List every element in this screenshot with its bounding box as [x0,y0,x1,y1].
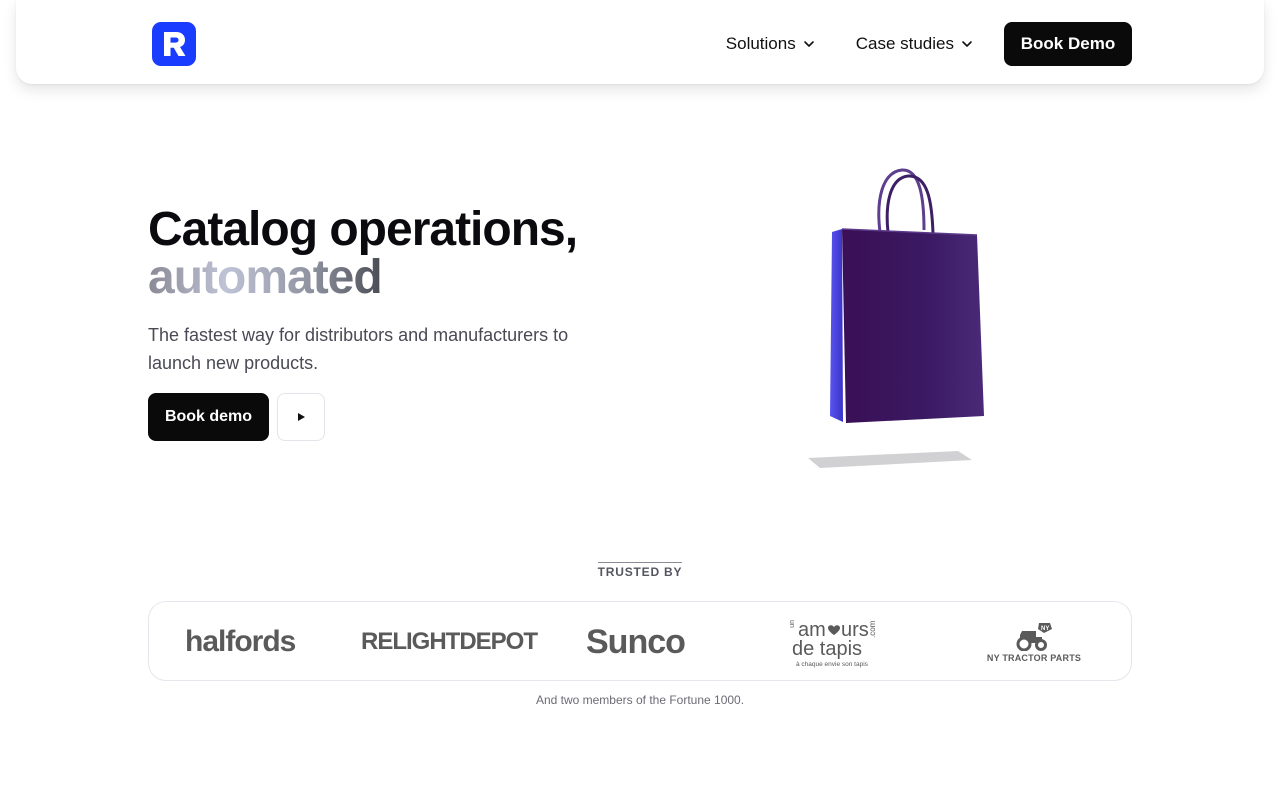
hero-title-line1: Catalog operations, [148,203,578,256]
hero-subtitle: The fastest way for distributors and man… [148,325,569,373]
nav-solutions[interactable]: Solutions [726,34,816,54]
hero-title-line2: automated [148,254,577,302]
logo-r-icon [164,32,186,56]
hero-title: Catalog operations, automated [148,203,578,302]
svg-text:à chaque envie son tapis: à chaque envie son tapis [796,661,869,668]
tractor-icon: NY [1016,623,1052,651]
chevron-down-icon [803,41,814,47]
svg-text:de tapis: de tapis [792,638,862,660]
svg-text:NY: NY [1041,626,1049,632]
trusted-by-label: TRUSTED BY [0,562,1280,579]
svg-text:un: un [788,620,795,628]
nav-case-studies-label: Case studies [855,34,954,53]
ny-tractor-parts-text: NY TRACTOR PARTS [986,653,1082,663]
logo[interactable] [152,22,196,66]
book-demo-hero-button[interactable]: Book demo [148,393,269,441]
main-nav: Solutions Case studies Book Demo [726,22,1132,66]
play-video-button[interactable] [277,393,325,441]
logo-un-amour-de-tapis: un am urs de tapis .com à chaque envie s… [779,602,889,682]
logo-relightdepot: RELIGHTDEPOT [361,628,538,655]
shopping-bag-illustration [808,168,984,468]
nav-solutions-label: Solutions [725,34,796,53]
logo-sunco: Sunco [586,622,686,661]
svg-text:.com: .com [868,620,877,638]
logo-ny-tractor-parts: NY NY TRACTOR PARTS [979,602,1089,682]
chevron-down-icon [962,41,972,47]
play-icon [298,413,305,421]
nav-case-studies[interactable]: Case studies [856,34,974,54]
logos-strip: halfords RELIGHTDEPOT Sunco un am urs de… [148,601,1132,681]
logo-halfords: halfords [185,625,296,658]
site-header: Solutions Case studies Book Demo [16,0,1264,84]
book-demo-header-button[interactable]: Book Demo [1004,22,1132,66]
fortune-note: And two members of the Fortune 1000. [535,693,745,707]
amour-de-tapis-logo: un am urs de tapis .com à chaque envie s… [788,619,877,668]
